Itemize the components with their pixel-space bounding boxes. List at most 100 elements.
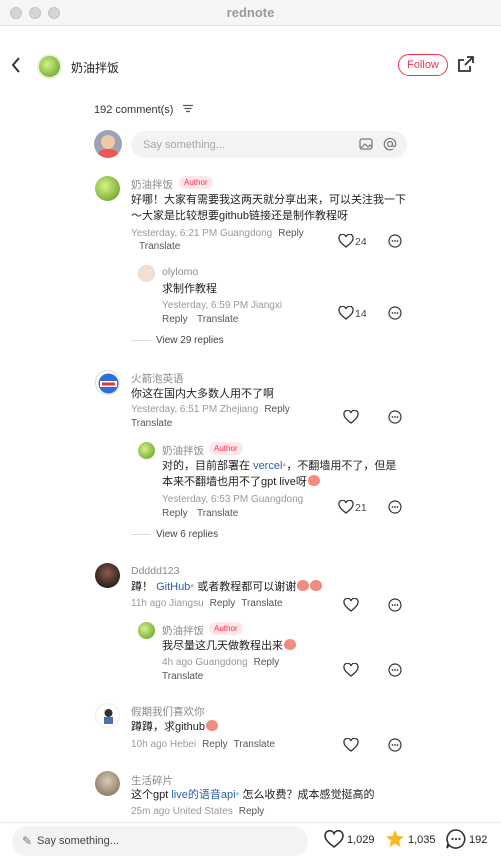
reply-button[interactable]: Reply — [162, 508, 188, 519]
heart-icon[interactable] — [343, 662, 359, 677]
voice-api-link[interactable]: live的语音api — [171, 789, 235, 801]
bottom-action-bar: ✎ Say something... 1,029 1,035 192 — [0, 822, 501, 859]
pencil-icon: ✎ — [22, 834, 33, 848]
heart-icon[interactable] — [343, 737, 359, 752]
mention-icon[interactable] — [383, 137, 397, 151]
emoji-icon — [310, 580, 323, 591]
comment-input-placeholder: Say something... — [143, 139, 225, 151]
comment-bubble-icon[interactable] — [388, 500, 402, 514]
heart-icon[interactable] — [338, 233, 354, 248]
translate-button[interactable]: Translate — [197, 314, 238, 325]
comment-bubble-icon[interactable] — [388, 663, 402, 677]
share-icon[interactable] — [456, 54, 476, 74]
github-link[interactable]: GitHub — [156, 581, 190, 593]
author-name[interactable]: 奶油拌饭 — [71, 59, 119, 76]
comment-bubble-icon[interactable] — [388, 598, 402, 612]
commenter-name[interactable]: 奶油拌饭 — [162, 623, 204, 638]
comment-meta: Yesterday, 6:21 PM Guangdong Reply — [131, 228, 304, 239]
reply-button[interactable]: Reply — [210, 598, 236, 609]
avatar[interactable] — [95, 703, 120, 728]
comment-count: 192 comment(s) — [94, 104, 174, 116]
reply-button[interactable]: Reply — [162, 314, 188, 325]
heart-icon[interactable] — [338, 305, 354, 320]
comment-text: 对的，目前部署在 vercel⌕，不翻墙用不了，但是本来不翻墙也用不了gpt l… — [162, 460, 397, 488]
comment-meta: 4h ago Guangdong Reply — [162, 657, 280, 668]
star-icon[interactable] — [384, 828, 406, 850]
divider — [131, 340, 151, 341]
heart-icon[interactable] — [343, 409, 359, 424]
comment-text: 你这在国内大多数人用不了啊 — [131, 388, 274, 400]
heart-icon[interactable] — [323, 828, 345, 850]
emoji-icon — [284, 639, 296, 650]
view-replies-button[interactable]: View 29 replies — [156, 335, 224, 346]
commenter-name[interactable]: 假期我们喜欢你 — [131, 704, 205, 719]
comment-meta: Yesterday, 6:59 PM Jiangxi — [162, 300, 283, 311]
commenter-name[interactable]: 火箭泡英语 — [131, 371, 184, 386]
commenter-name[interactable]: 奶油拌饭 — [162, 443, 204, 458]
avatar[interactable] — [95, 563, 120, 588]
comment-meta: Yesterday, 6:51 PM Zhejiang Reply — [131, 404, 290, 415]
vercel-link[interactable]: vercel — [253, 460, 282, 472]
reply-button[interactable]: Reply — [254, 657, 280, 668]
image-icon[interactable] — [359, 137, 373, 151]
like-count: 24 — [355, 236, 367, 248]
post-star-count: 1,035 — [408, 834, 436, 846]
translate-button[interactable]: Translate — [241, 598, 282, 609]
translate-button[interactable]: Translate — [139, 241, 180, 252]
author-badge: Author — [209, 442, 243, 455]
bottom-comment-input[interactable]: ✎ Say something... — [12, 826, 308, 856]
comment-bubble-icon[interactable] — [388, 306, 402, 320]
emoji-icon — [205, 720, 218, 731]
comment-bubble-icon[interactable] — [388, 234, 402, 248]
comment-text: 求制作教程 — [162, 283, 217, 295]
comment-meta: 10h ago Hebei Reply Translate — [131, 739, 275, 750]
like-count: 21 — [355, 502, 367, 514]
comment-text: 我尽量这几天做教程出来 — [162, 638, 296, 654]
author-badge: Author — [179, 176, 213, 189]
title-bar: rednote — [0, 0, 501, 26]
comment-text: 蹲蹲，求github — [131, 719, 218, 735]
commenter-name[interactable]: Ddddd123 — [131, 565, 179, 577]
author-avatar[interactable] — [37, 54, 62, 79]
avatar[interactable] — [138, 442, 155, 459]
sort-icon[interactable] — [183, 104, 193, 116]
translate-button[interactable]: Translate — [197, 508, 238, 519]
comment-meta: Yesterday, 6:53 PM Guangdong — [162, 494, 304, 505]
avatar[interactable] — [138, 265, 155, 282]
comment-bubble-icon[interactable] — [388, 738, 402, 752]
my-avatar — [94, 130, 122, 158]
commenter-name[interactable]: olylomo — [162, 266, 198, 278]
view-replies-button[interactable]: View 6 replies — [156, 529, 218, 540]
comment-bubble-icon[interactable] — [445, 828, 467, 850]
comment-bubble-icon[interactable] — [388, 410, 402, 424]
post-comment-count: 192 — [469, 834, 488, 846]
commenter-name[interactable]: 奶油拌饭 — [131, 177, 173, 192]
avatar[interactable] — [138, 622, 155, 639]
reply-button[interactable]: Reply — [264, 404, 290, 415]
author-badge: Author — [209, 622, 243, 635]
commenter-name[interactable]: 生活碎片 — [131, 773, 173, 788]
comment-input[interactable]: Say something... — [131, 131, 407, 158]
translate-button[interactable]: Translate — [234, 739, 275, 750]
heart-icon[interactable] — [343, 597, 359, 612]
post-like-count: 1,029 — [347, 834, 375, 846]
post-header: 奶油拌饭 Follow — [0, 26, 501, 106]
comment-text: 好哪！大家有需要我这两天就分享出来，可以关注我一下～大家是比较想要github链… — [131, 194, 406, 222]
app-window: rednote 奶油拌饭 Follow 192 comment(s) Say s… — [0, 0, 501, 859]
avatar[interactable] — [95, 176, 120, 201]
avatar[interactable] — [95, 370, 120, 395]
emoji-icon — [297, 580, 310, 591]
comment-meta: 25m ago United States Reply — [131, 806, 265, 817]
reply-button[interactable]: Reply — [239, 806, 265, 817]
chevron-left-icon[interactable] — [10, 56, 22, 80]
avatar[interactable] — [95, 771, 120, 796]
like-count: 14 — [355, 308, 367, 320]
heart-icon[interactable] — [338, 499, 354, 514]
comment-text: 这个gpt live的语音api⌕ 怎么收费？成本感觉挺高的 — [131, 789, 375, 801]
translate-button[interactable]: Translate — [131, 418, 172, 429]
translate-button[interactable]: Translate — [162, 671, 203, 682]
reply-button[interactable]: Reply — [278, 228, 304, 239]
divider — [131, 534, 151, 535]
reply-button[interactable]: Reply — [202, 739, 228, 750]
follow-button[interactable]: Follow — [398, 54, 448, 76]
